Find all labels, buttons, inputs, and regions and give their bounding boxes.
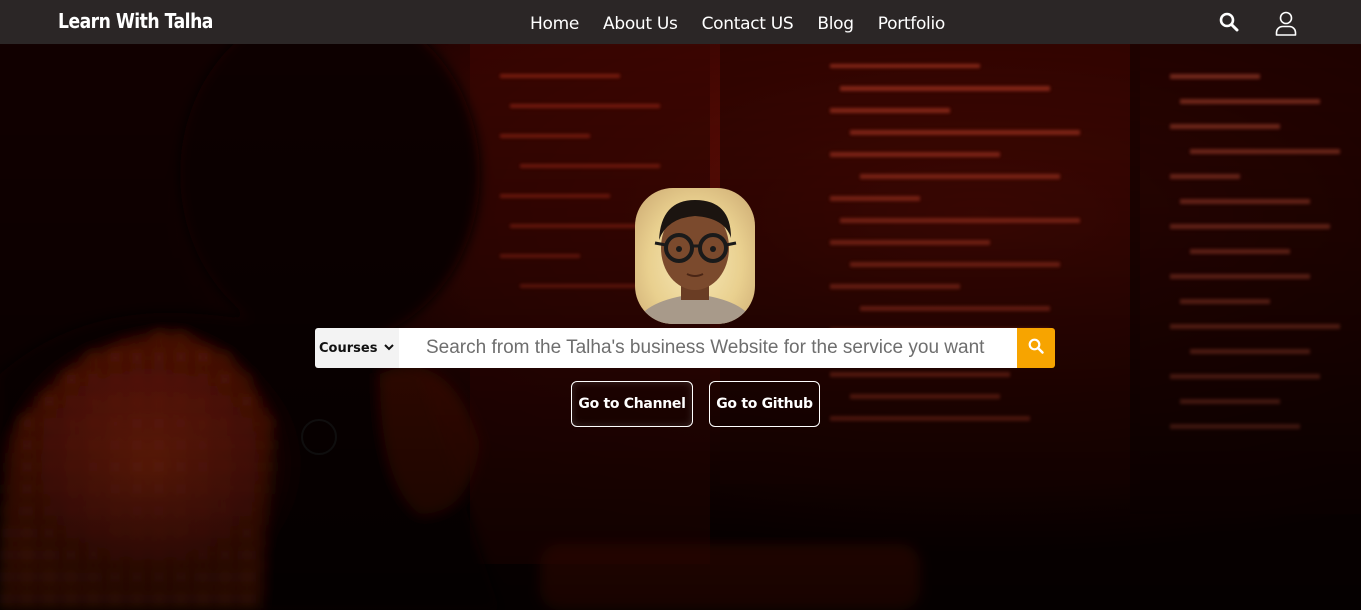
- nav-home[interactable]: Home: [530, 14, 579, 34]
- nav-blog[interactable]: Blog: [817, 14, 854, 34]
- nav-links: Home About Us Contact US Blog Portfolio: [530, 14, 969, 34]
- brand-logo[interactable]: Learn With Talha: [58, 9, 213, 33]
- navbar: Learn With Talha Home About Us Contact U…: [0, 0, 1361, 44]
- hero-background-image: [0, 44, 1361, 610]
- profile-photo: [635, 188, 755, 324]
- go-to-github-button[interactable]: Go to Github: [709, 381, 820, 427]
- nav-contact[interactable]: Contact US: [702, 14, 794, 34]
- user-icon[interactable]: [1275, 11, 1297, 41]
- search-input[interactable]: [399, 328, 1017, 368]
- go-to-channel-button[interactable]: Go to Channel: [571, 381, 693, 427]
- category-select[interactable]: Courses: [315, 328, 399, 368]
- chevron-down-icon: [384, 343, 395, 354]
- nav-portfolio[interactable]: Portfolio: [878, 14, 946, 34]
- nav-about[interactable]: About Us: [603, 14, 678, 34]
- search-icon[interactable]: [1219, 12, 1239, 37]
- category-label: Courses: [319, 340, 378, 356]
- hero-section: [0, 44, 1361, 610]
- search-bar: Courses: [315, 328, 1055, 368]
- search-button[interactable]: [1017, 328, 1055, 368]
- search-icon: [1028, 338, 1044, 359]
